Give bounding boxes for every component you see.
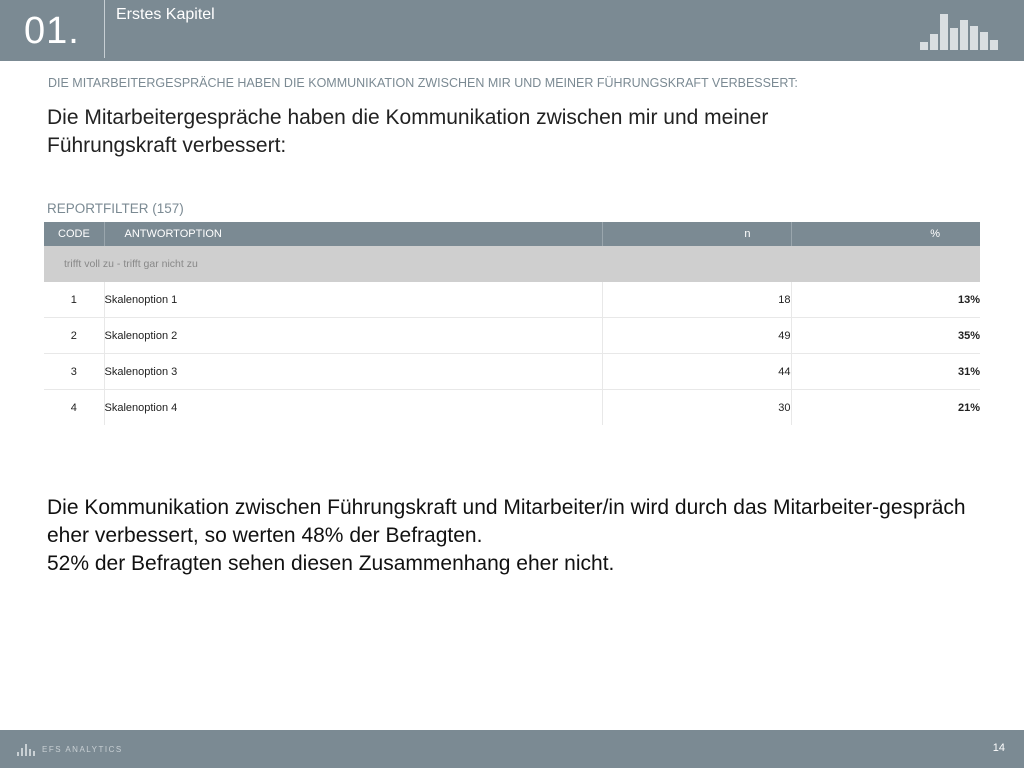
page-number: 14 [992, 742, 1005, 754]
question-subtitle: DIE MITARBEITERGESPRÄCHE HABEN DIE KOMMU… [48, 76, 798, 90]
header-divider [104, 0, 105, 58]
header-percent: % [790, 222, 980, 246]
header-option: ANTWORTOPTION [103, 222, 602, 246]
table-row: 4 Skalenoption 4 30 21% [44, 389, 980, 425]
conclusion-line-2: 52% der Befragten sehen diesen Zusammenh… [47, 552, 615, 575]
row-option: Skalenoption 1 [104, 282, 603, 318]
conclusion-text: Die Kommunikation zwischen Führungskraft… [47, 494, 977, 578]
table-header-row: CODE ANTWORTOPTION n % [44, 222, 980, 246]
scale-group-row: trifft voll zu - trifft gar nicht zu [44, 246, 980, 282]
row-percent: 31% [791, 353, 980, 390]
report-filter-label: REPORTFILTER (157) [47, 201, 184, 216]
header-code: CODE [44, 222, 104, 246]
header-bar: 01. Erstes Kapitel [0, 0, 1024, 61]
row-percent: 13% [791, 282, 980, 318]
bar-chart-icon [920, 8, 1000, 50]
results-table: CODE ANTWORTOPTION n % trifft voll zu - … [44, 222, 980, 425]
table-row: 1 Skalenoption 1 18 13% [44, 282, 980, 318]
chapter-title: Erstes Kapitel [116, 6, 215, 23]
row-code: 4 [44, 389, 105, 425]
row-percent: 35% [791, 317, 980, 354]
table-row: 3 Skalenoption 3 44 31% [44, 353, 980, 390]
row-percent: 21% [957, 401, 980, 414]
question-text: Die Mitarbeitergespräche haben die Kommu… [47, 106, 769, 157]
row-option: Skalenoption 4 [104, 389, 603, 425]
footer-bar: EFS ANALYTICS 14 [0, 730, 1024, 768]
header-n: n [601, 222, 791, 246]
conclusion-line-1: Die Kommunikation zwischen Führungskraft… [47, 496, 966, 547]
row-option: Skalenoption 3 [104, 353, 603, 390]
chapter-number: 01. [24, 10, 80, 52]
row-n: 30 [602, 389, 792, 425]
row-code: 2 [44, 317, 105, 354]
row-n: 18 [602, 282, 792, 318]
row-n: 49 [602, 317, 792, 354]
row-code: 1 [44, 282, 105, 318]
footer-logo-icon [17, 744, 37, 756]
row-option: Skalenoption 2 [104, 317, 603, 354]
row-code: 3 [44, 353, 105, 390]
table-row: 2 Skalenoption 2 49 35% [44, 317, 980, 354]
scale-group-label: trifft voll zu - trifft gar nicht zu [44, 246, 980, 282]
footer-brand: EFS ANALYTICS [42, 745, 123, 754]
row-n: 44 [602, 353, 792, 390]
